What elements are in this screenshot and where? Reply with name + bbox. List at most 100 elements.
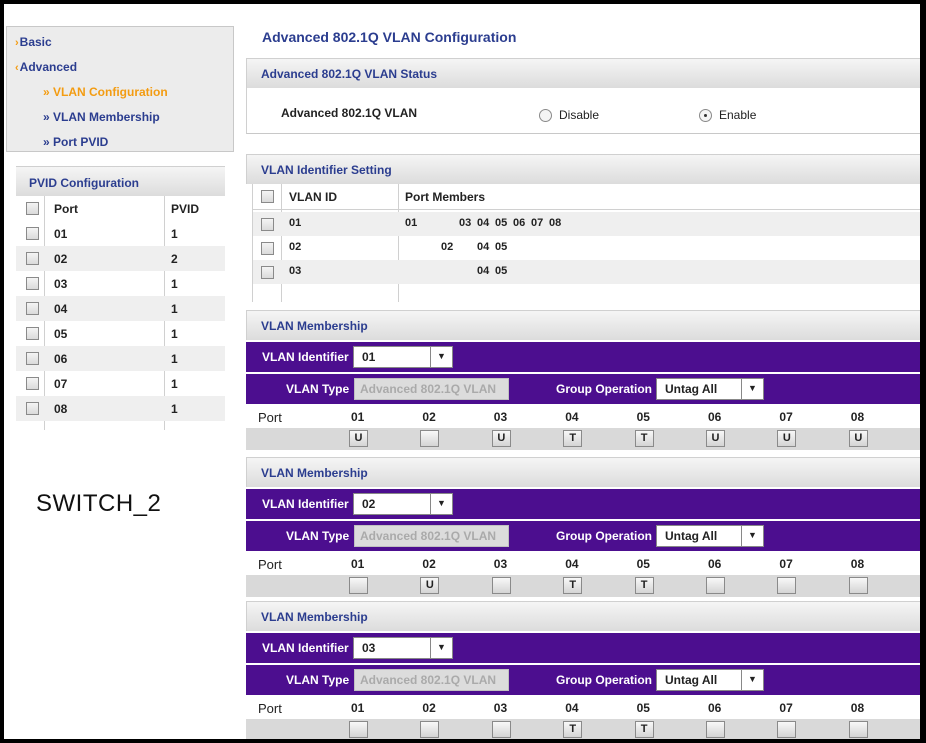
port-state-row: TT bbox=[246, 719, 920, 739]
group-operation-select[interactable]: Untag All ▼ bbox=[656, 378, 764, 400]
vlan-type-bar: VLAN Type Advanced 802.1Q VLAN Group Opera… bbox=[246, 521, 920, 551]
port-membership-toggle[interactable]: T bbox=[634, 430, 654, 447]
vid-row-member: 01 bbox=[405, 217, 418, 229]
pvid-header-row: Port PVID bbox=[16, 196, 225, 221]
port-membership-toggle[interactable] bbox=[420, 721, 440, 738]
chevron-down-icon: ▼ bbox=[741, 526, 763, 546]
pvid-value: 1 bbox=[171, 327, 178, 341]
vlan-identifier-select[interactable]: 03 ▼ bbox=[353, 637, 453, 659]
pvid-select-all-checkbox[interactable] bbox=[26, 202, 39, 215]
port-membership-toggle[interactable]: T bbox=[563, 577, 583, 594]
pvid-value: 1 bbox=[171, 377, 178, 391]
pvid-row-checkbox[interactable] bbox=[26, 277, 39, 290]
vlan-type-field: Advanced 802.1Q VLAN bbox=[354, 378, 509, 400]
pvid-row: 04 1 bbox=[16, 296, 225, 321]
port-number: 05 bbox=[636, 701, 650, 715]
port-number: 04 bbox=[565, 557, 579, 571]
vid-select-all-checkbox[interactable] bbox=[261, 190, 274, 203]
port-membership-toggle[interactable]: U bbox=[706, 430, 725, 447]
port-number: 05 bbox=[636, 410, 650, 424]
port-number: 01 bbox=[351, 557, 365, 571]
port-membership-toggle[interactable]: T bbox=[634, 721, 654, 738]
port-membership-toggle[interactable] bbox=[706, 721, 725, 738]
vlan-membership-section: VLAN Membership VLAN Identifier 01 ▼ VLAN Ty… bbox=[246, 310, 920, 450]
port-number: 02 bbox=[422, 701, 436, 715]
port-membership-toggle[interactable] bbox=[491, 577, 511, 594]
port-membership-toggle[interactable] bbox=[706, 577, 725, 594]
vlan-status-header: Advanced 802.1Q VLAN Status bbox=[246, 58, 920, 88]
pvid-row-checkbox[interactable] bbox=[26, 252, 39, 265]
port-membership-toggle[interactable]: T bbox=[563, 721, 583, 738]
port-membership-toggle[interactable]: U bbox=[777, 430, 797, 447]
pvid-value: 1 bbox=[171, 402, 178, 416]
port-membership-toggle[interactable] bbox=[420, 430, 440, 447]
port-membership-toggle[interactable] bbox=[848, 721, 868, 738]
port-number: 02 bbox=[422, 410, 436, 424]
pvid-port: 08 bbox=[54, 402, 68, 416]
pvid-port: 03 bbox=[54, 277, 68, 291]
port-state-row: UUTTUUU bbox=[246, 428, 920, 450]
group-operation-select[interactable]: Untag All ▼ bbox=[656, 525, 764, 547]
port-membership-toggle[interactable]: U bbox=[491, 430, 511, 447]
vid-row-member: 03 bbox=[459, 217, 472, 229]
port-membership-toggle[interactable]: U bbox=[420, 577, 440, 594]
nav-vlan-membership[interactable]: » VLAN Membership bbox=[43, 110, 160, 124]
chevron-right-icon: › bbox=[15, 37, 19, 49]
pvid-row-checkbox[interactable] bbox=[26, 402, 39, 415]
vlan-identifier-select[interactable]: 02 ▼ bbox=[353, 493, 453, 515]
port-number: 08 bbox=[850, 557, 865, 571]
vid-row-checkbox[interactable] bbox=[261, 266, 274, 279]
pvid-port: 02 bbox=[54, 252, 68, 266]
port-membership-toggle[interactable] bbox=[349, 577, 368, 594]
chevron-down-icon: ‹ bbox=[15, 62, 19, 74]
chevron-down-icon: ▼ bbox=[430, 638, 452, 658]
port-membership-toggle[interactable]: U bbox=[848, 430, 868, 447]
vid-row-checkbox[interactable] bbox=[261, 218, 274, 231]
pvid-row-checkbox[interactable] bbox=[26, 327, 39, 340]
vid-row: 01 01 03 04 05 06 07 08 bbox=[253, 212, 920, 236]
port-membership-toggle[interactable] bbox=[491, 721, 511, 738]
vlan-membership-section: VLAN Membership VLAN Identifier 03 ▼ VLAN Ty… bbox=[246, 601, 920, 739]
nav-vlan-configuration[interactable]: » VLAN Configuration bbox=[43, 85, 168, 99]
port-membership-toggle[interactable]: T bbox=[634, 577, 654, 594]
vid-row-member: 07 bbox=[531, 217, 544, 229]
disable-radio[interactable] bbox=[539, 109, 552, 122]
pvid-row-checkbox[interactable] bbox=[26, 302, 39, 315]
vlan-type-bar: VLAN Type Advanced 802.1Q VLAN Group Opera… bbox=[246, 665, 920, 695]
nav-advanced[interactable]: ‹Advanced bbox=[15, 60, 77, 74]
vlan-status-body: Advanced 802.1Q VLAN Disable Enable bbox=[246, 88, 920, 134]
port-membership-toggle[interactable]: U bbox=[349, 430, 368, 447]
vlan-identifier-bar: VLAN Identifier 01 ▼ bbox=[246, 342, 920, 372]
vid-row-checkbox[interactable] bbox=[261, 242, 274, 255]
group-operation-select[interactable]: Untag All ▼ bbox=[656, 669, 764, 691]
vid-row: 03 04 05 bbox=[253, 260, 920, 284]
pvid-col-pvid: PVID bbox=[171, 202, 200, 216]
vid-row-member: 04 bbox=[477, 217, 490, 229]
port-number: 02 bbox=[422, 557, 436, 571]
port-membership-toggle[interactable] bbox=[349, 721, 368, 738]
vlan-type-field: Advanced 802.1Q VLAN bbox=[354, 525, 509, 547]
vlan-membership-header: VLAN Membership bbox=[246, 601, 920, 631]
pvid-row: 01 1 bbox=[16, 221, 225, 246]
port-number: 03 bbox=[493, 410, 508, 424]
port-membership-toggle[interactable] bbox=[777, 721, 797, 738]
port-membership-toggle[interactable] bbox=[848, 577, 868, 594]
pvid-panel-title: PVID Configuration bbox=[16, 166, 225, 196]
enable-radio[interactable] bbox=[699, 109, 712, 122]
nav-basic[interactable]: ›Basic bbox=[15, 35, 52, 49]
pvid-row-checkbox[interactable] bbox=[26, 377, 39, 390]
vid-row: 02 02 04 05 bbox=[253, 236, 920, 260]
vlan-identifier-bar: VLAN Identifier 02 ▼ bbox=[246, 489, 920, 519]
vlan-identifier-select[interactable]: 01 ▼ bbox=[353, 346, 453, 368]
nav-port-pvid[interactable]: » Port PVID bbox=[43, 135, 108, 149]
vid-row-id: 03 bbox=[289, 265, 302, 277]
pvid-row-checkbox[interactable] bbox=[26, 227, 39, 240]
port-membership-toggle[interactable] bbox=[777, 577, 797, 594]
vlan-membership-section: VLAN Membership VLAN Identifier 02 ▼ VLAN Ty… bbox=[246, 457, 920, 597]
pvid-value: 1 bbox=[171, 352, 178, 366]
chevron-down-icon: ▼ bbox=[741, 379, 763, 399]
port-membership-toggle[interactable]: T bbox=[563, 430, 583, 447]
pvid-row-checkbox[interactable] bbox=[26, 352, 39, 365]
chevron-down-icon: ▼ bbox=[741, 670, 763, 690]
vid-row-member: 04 bbox=[477, 241, 490, 253]
